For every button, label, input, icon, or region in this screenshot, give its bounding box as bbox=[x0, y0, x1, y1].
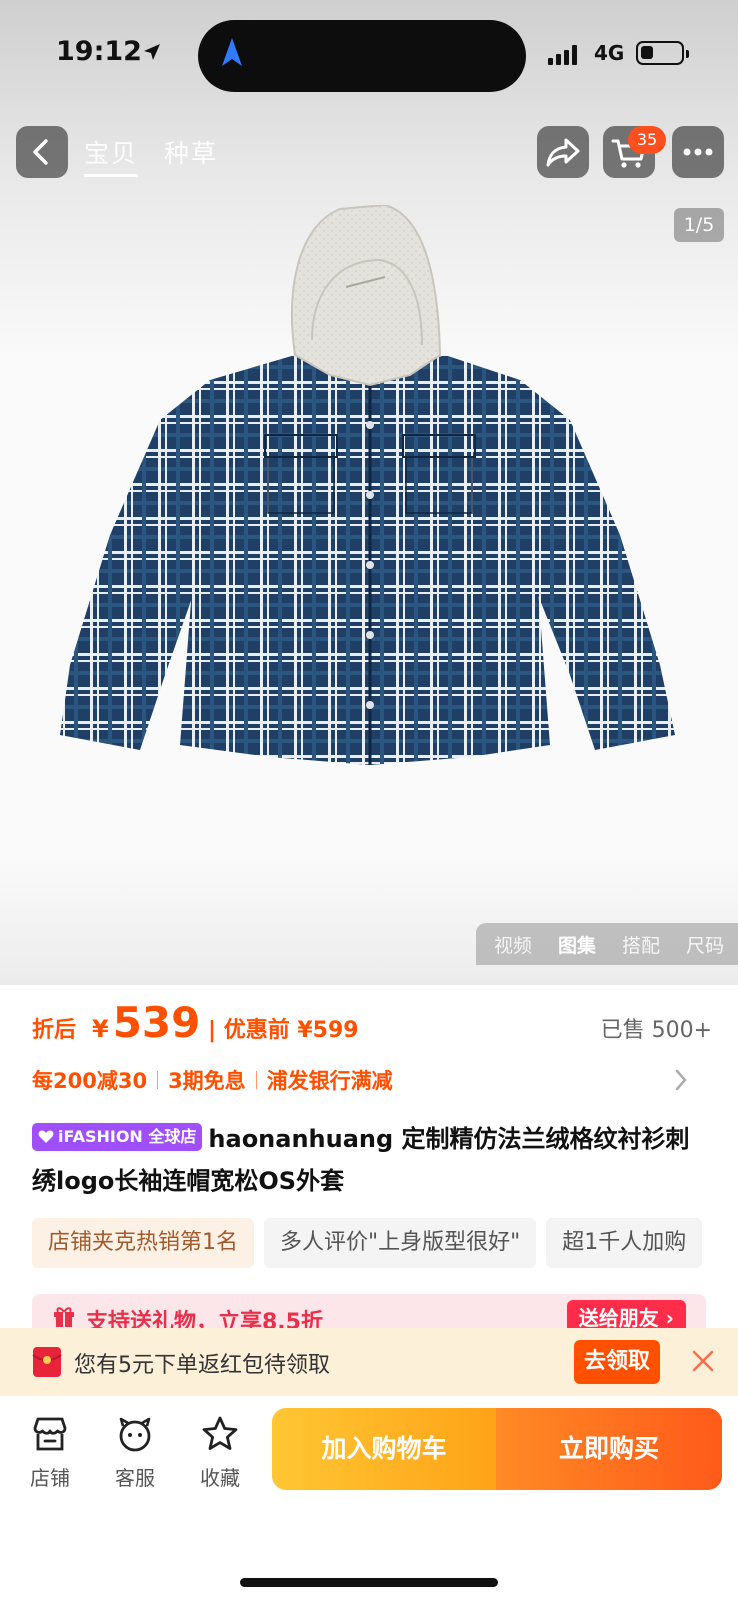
back-button[interactable] bbox=[16, 126, 68, 178]
close-icon[interactable] bbox=[690, 1348, 716, 1374]
coupon-text: 您有5元下单返红包待领取 bbox=[74, 1353, 330, 1378]
more-button[interactable] bbox=[672, 126, 724, 178]
battery-icon bbox=[636, 41, 689, 65]
price-after-value: 539 bbox=[112, 998, 201, 1047]
tag-list: 店铺夹克热销第1名 多人评价"上身版型很好" 超1千人加购 bbox=[32, 1218, 738, 1268]
product-title: iFASHION 全球店 haonanhuang 定制精仿法兰绒格纹衬衫刺绣lo… bbox=[32, 1118, 702, 1202]
promo-divider bbox=[255, 1071, 257, 1089]
coupon-banner: 您有5元下单返红包待领取 去领取 bbox=[0, 1328, 738, 1396]
red-envelope-icon bbox=[32, 1347, 62, 1377]
more-dots-icon bbox=[683, 148, 713, 156]
promo-bank: 浦发银行满减 bbox=[266, 1069, 393, 1093]
promo-row[interactable]: 每200减30 3期免息 浦发银行满减 bbox=[32, 1064, 688, 1096]
signal-icon bbox=[548, 45, 577, 65]
price-after-label: 折后 bbox=[32, 1018, 77, 1043]
product-image[interactable] bbox=[50, 205, 690, 785]
price-before: | 优惠前 ¥599 bbox=[208, 1018, 359, 1043]
heart-icon bbox=[38, 1130, 54, 1143]
tag-cart-count[interactable]: 超1千人加购 bbox=[546, 1218, 703, 1268]
tag-hot-rank[interactable]: 店铺夹克热销第1名 bbox=[32, 1218, 254, 1268]
buy-now-button[interactable]: 立即购买 bbox=[496, 1408, 722, 1490]
shop-label: 店铺 bbox=[30, 1466, 70, 1490]
promo-discount: 每200减30 bbox=[32, 1069, 148, 1093]
tab-recommend[interactable]: 种草 bbox=[164, 134, 218, 177]
sold-count: 已售 500+ bbox=[600, 1018, 712, 1043]
media-tab-album[interactable]: 图集 bbox=[558, 931, 596, 958]
star-icon bbox=[202, 1416, 238, 1450]
promo-installment: 3期免息 bbox=[168, 1069, 246, 1093]
media-tab-outfit[interactable]: 搭配 bbox=[622, 931, 660, 958]
ifashion-badge: iFASHION 全球店 bbox=[32, 1123, 203, 1151]
add-to-cart-button[interactable]: 加入购物车 bbox=[272, 1408, 496, 1490]
bottom-action-bar: 店铺 客服 收藏 加入购物车 立即购买 bbox=[0, 1396, 738, 1600]
price-after: ¥539 bbox=[92, 998, 200, 1047]
status-bar: 19:12 4G bbox=[0, 0, 738, 110]
cta-group: 加入购物车 立即购买 bbox=[272, 1408, 722, 1490]
shop-button[interactable]: 店铺 bbox=[20, 1414, 80, 1491]
media-tab-size[interactable]: 尺码 bbox=[686, 931, 724, 958]
chevron-right-icon bbox=[675, 1069, 687, 1091]
store-icon bbox=[33, 1417, 67, 1451]
ifashion-badge-label: iFASHION 全球店 bbox=[58, 1127, 197, 1146]
dynamic-island bbox=[198, 20, 526, 92]
service-face-icon bbox=[119, 1417, 151, 1452]
network-type: 4G bbox=[594, 41, 625, 65]
customer-service-button[interactable]: 客服 bbox=[105, 1414, 165, 1491]
currency-symbol: ¥ bbox=[92, 1015, 109, 1043]
product-gallery[interactable]: 19:12 4G 宝贝 种草 35 1/5 视频 图集 搭配 尺码 bbox=[0, 0, 738, 985]
chevron-left-icon bbox=[33, 139, 48, 165]
media-tabs: 视频 图集 搭配 尺码 bbox=[475, 923, 738, 965]
promo-divider bbox=[157, 1071, 159, 1089]
price-row: 折后 ¥539 | 优惠前 ¥599 已售 500+ bbox=[32, 990, 712, 1050]
claim-coupon-button[interactable]: 去领取 bbox=[574, 1340, 661, 1384]
share-icon bbox=[546, 138, 580, 167]
location-arrow-icon bbox=[144, 44, 160, 60]
top-tabs: 宝贝 种草 bbox=[84, 134, 218, 177]
favorite-label: 收藏 bbox=[200, 1466, 240, 1490]
share-button[interactable] bbox=[537, 126, 589, 178]
status-time: 19:12 bbox=[56, 36, 142, 67]
home-indicator[interactable] bbox=[240, 1578, 498, 1587]
cart-count-badge: 35 bbox=[628, 126, 666, 154]
media-tab-video[interactable]: 视频 bbox=[494, 931, 532, 958]
navigation-arrow-icon bbox=[222, 38, 242, 66]
service-label: 客服 bbox=[115, 1466, 155, 1490]
tab-item-detail[interactable]: 宝贝 bbox=[84, 134, 139, 177]
favorite-button[interactable]: 收藏 bbox=[190, 1414, 250, 1491]
tag-review[interactable]: 多人评价"上身版型很好" bbox=[264, 1218, 537, 1268]
gift-icon bbox=[54, 1307, 74, 1327]
